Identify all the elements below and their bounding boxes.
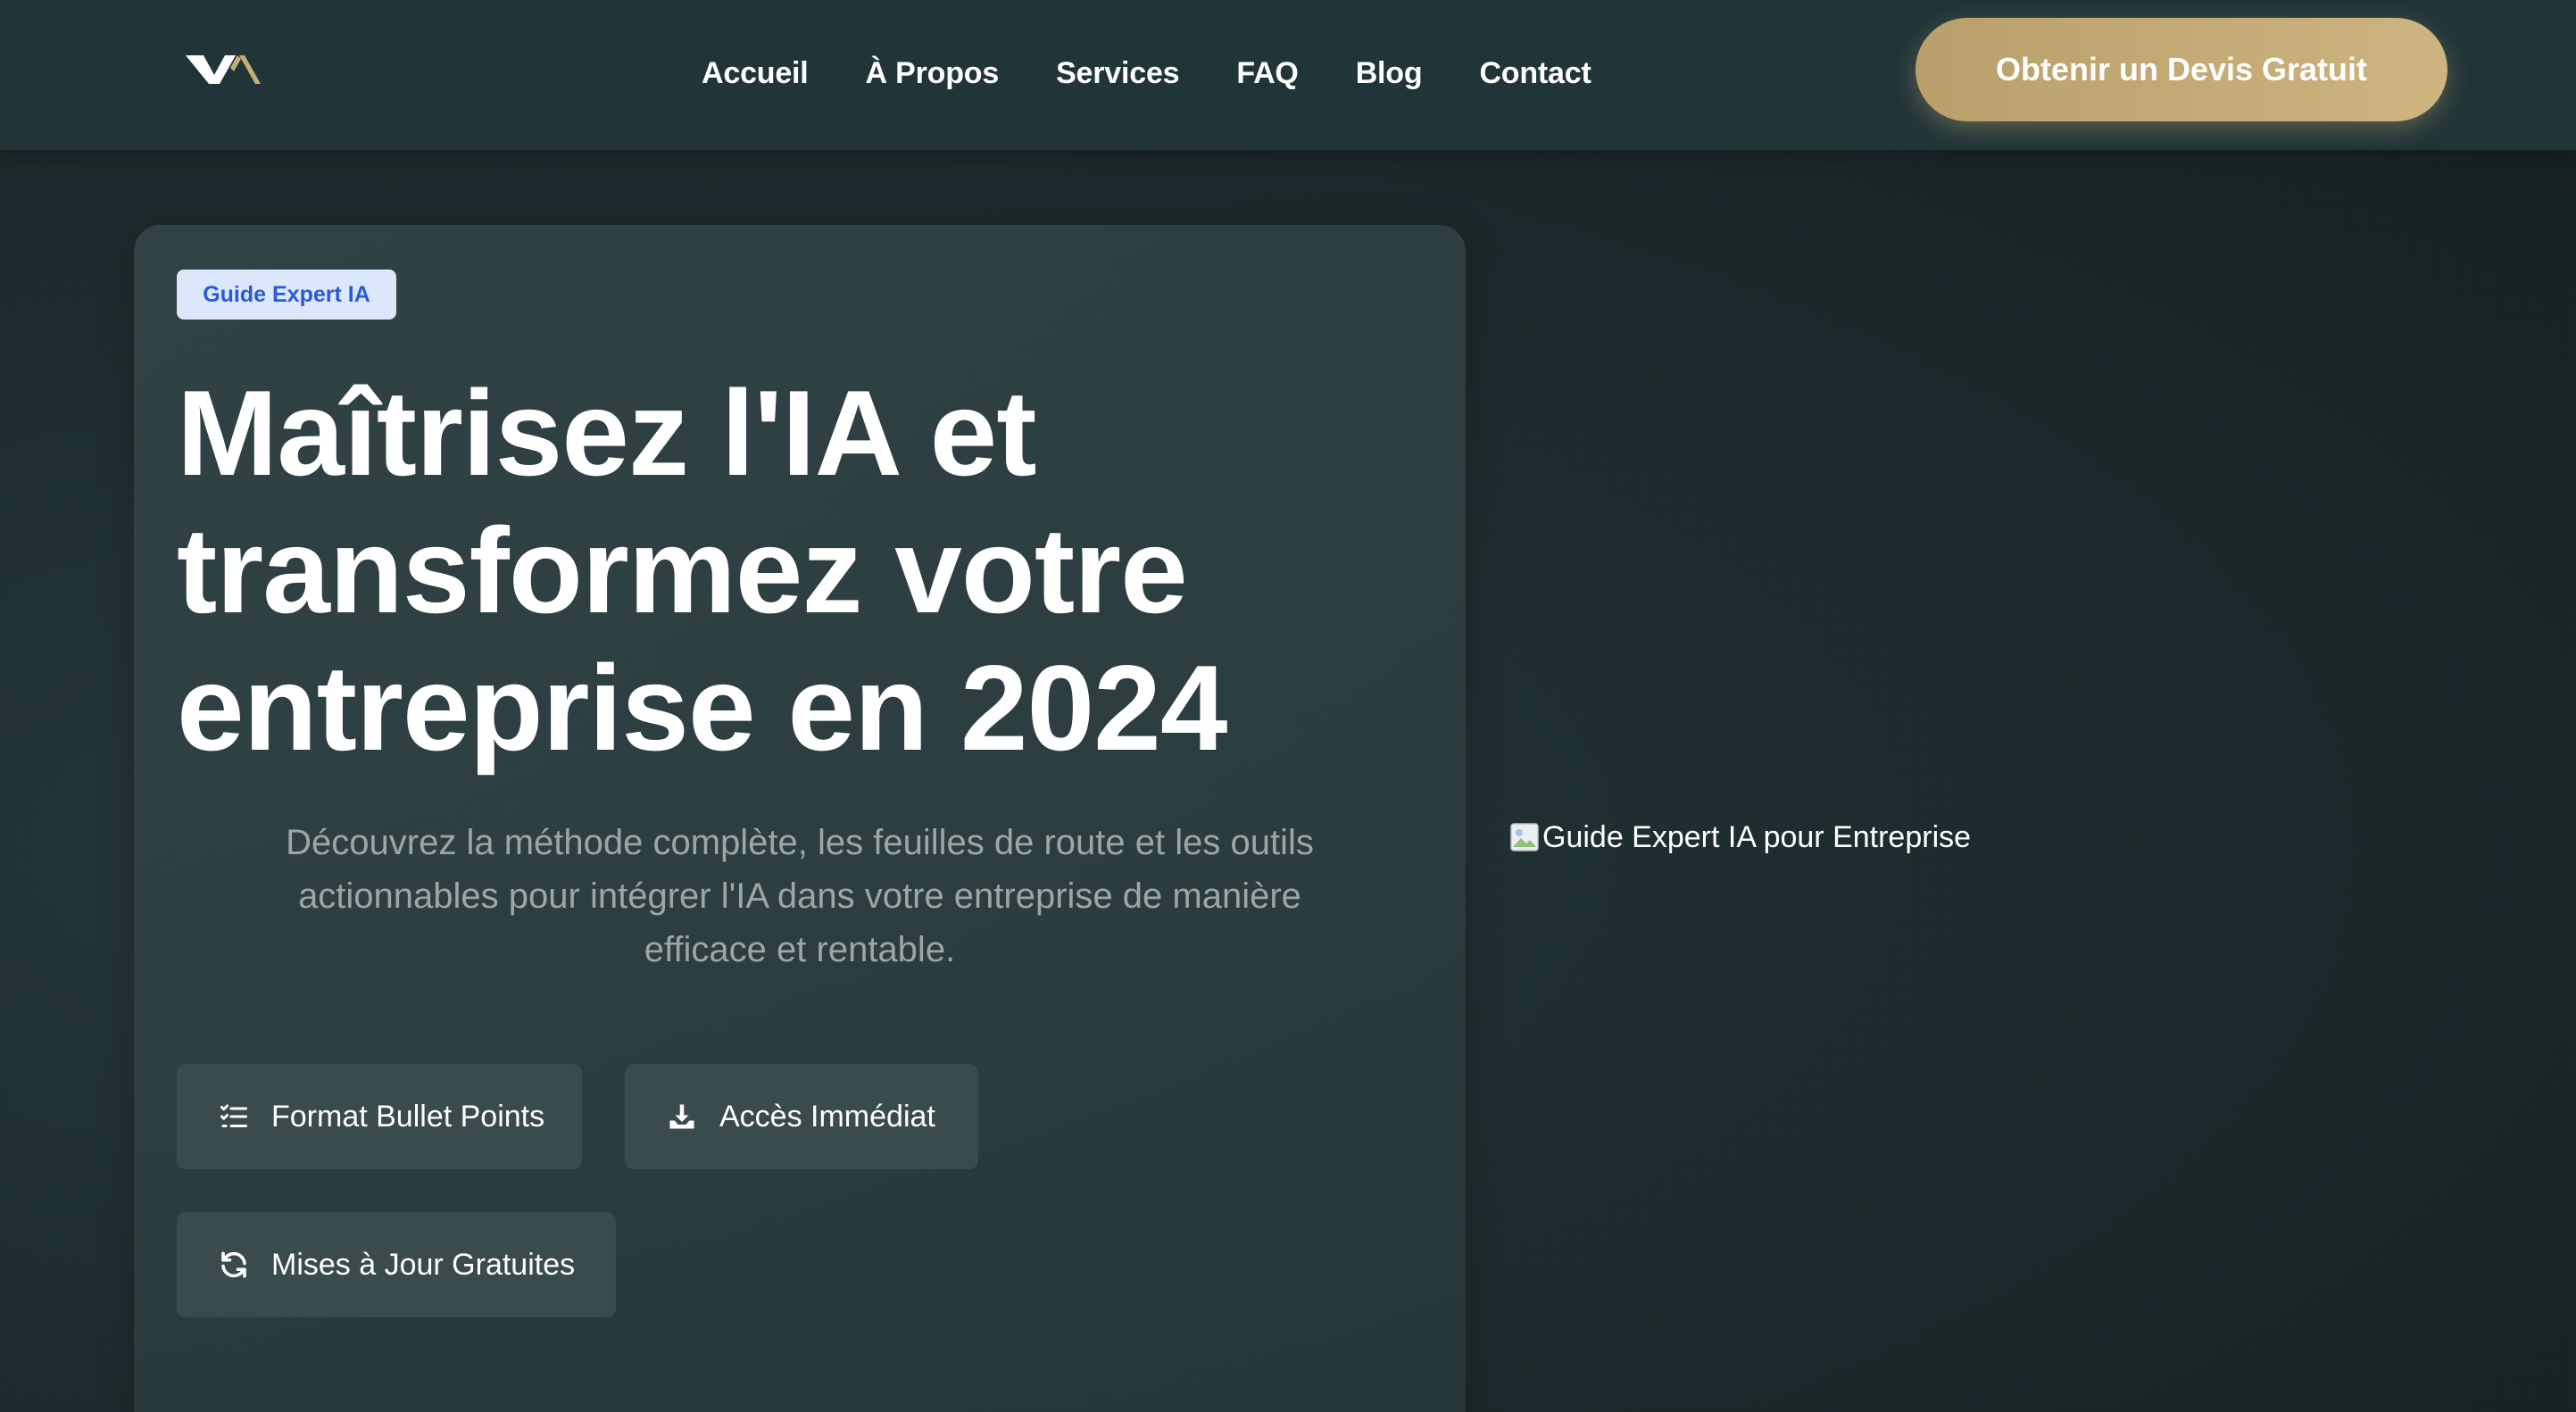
feature-immediate-access: Accès Immédiat — [625, 1064, 978, 1169]
download-icon — [666, 1101, 698, 1133]
site-header: Accueil À Propos Services FAQ Blog Conta… — [0, 0, 2576, 150]
broken-image-icon — [1510, 823, 1539, 851]
hero-title-line-1: Maîtrisez l'IA et — [177, 365, 1037, 501]
main-nav: Accueil À Propos Services FAQ Blog Conta… — [702, 46, 1591, 100]
brand-logo[interactable] — [184, 52, 264, 89]
feature-free-updates: Mises à Jour Gratuites — [177, 1212, 616, 1317]
nav-a-propos[interactable]: À Propos — [866, 56, 1000, 91]
hero-image-alt: Guide Expert IA pour Entreprise — [1542, 819, 1972, 854]
logo-icon — [186, 55, 261, 84]
feature-label: Accès Immédiat — [719, 1099, 935, 1134]
hero-description: Découvrez la méthode complète, les feuil… — [286, 823, 1314, 969]
feature-bullet-points: Format Bullet Points — [177, 1064, 582, 1169]
hero-title-line-2: transformez votre — [177, 503, 1188, 638]
hero-image: Guide Expert IA pour Entreprise — [1510, 810, 1971, 864]
refresh-icon — [218, 1249, 250, 1281]
hero-badge: Guide Expert IA — [177, 270, 396, 320]
nav-contact[interactable]: Contact — [1479, 56, 1591, 91]
nav-blog[interactable]: Blog — [1356, 56, 1423, 91]
quote-cta-button[interactable]: Obtenir un Devis Gratuit — [1915, 18, 2447, 121]
hero-title: Maîtrisez l'IA et transformez votre entr… — [177, 364, 1444, 777]
list-check-icon — [218, 1101, 250, 1133]
nav-faq[interactable]: FAQ — [1236, 56, 1298, 91]
feature-label: Format Bullet Points — [271, 1099, 545, 1134]
nav-services[interactable]: Services — [1056, 56, 1180, 91]
hero-title-line-3: entreprise en 2024 — [177, 640, 1227, 776]
feature-label: Mises à Jour Gratuites — [271, 1247, 576, 1282]
nav-accueil[interactable]: Accueil — [702, 56, 809, 91]
